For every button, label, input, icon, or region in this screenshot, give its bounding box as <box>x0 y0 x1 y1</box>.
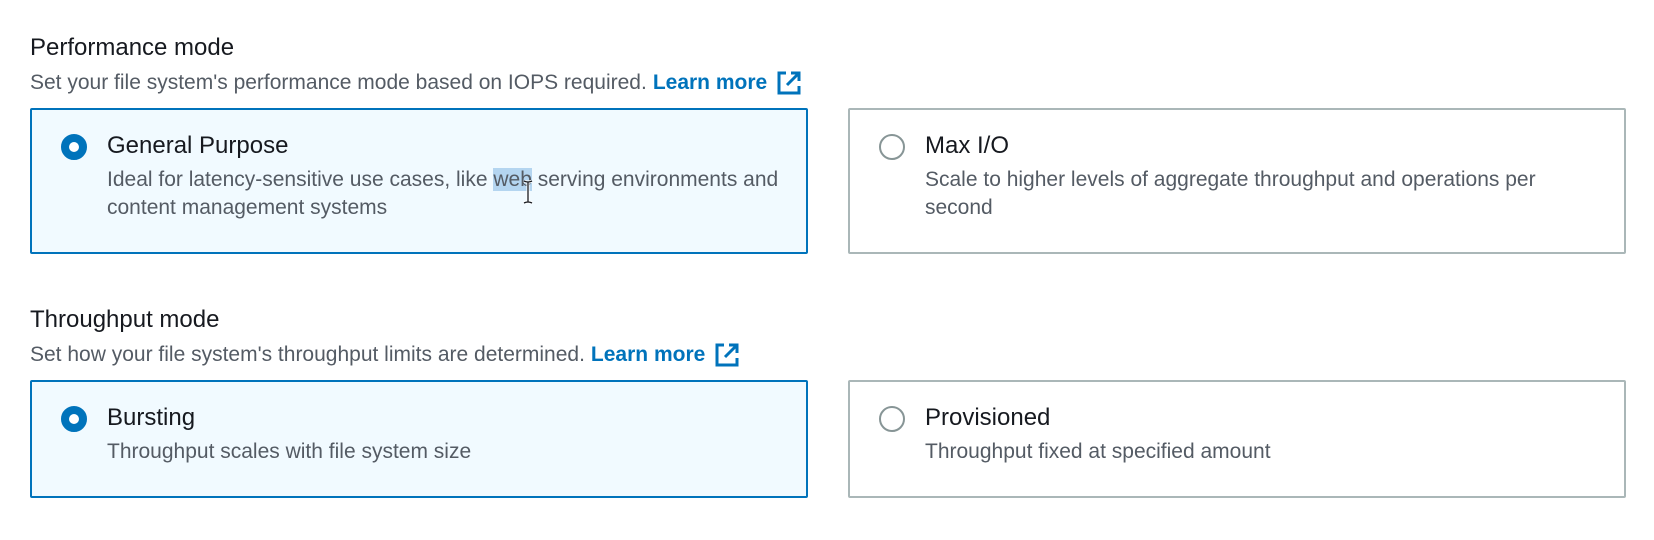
provisioned-title: Provisioned <box>925 404 1051 431</box>
max-io-radio[interactable] <box>879 134 905 160</box>
general-purpose-description: Ideal for latency-sensitive use cases, l… <box>107 166 787 222</box>
bursting-radio[interactable] <box>61 406 87 432</box>
max-io-description: Scale to higher levels of aggregate thro… <box>925 168 1536 219</box>
throughput-mode-description: Set how your file system's throughput li… <box>30 343 585 366</box>
performance-mode-learn-more-link[interactable]: Learn more <box>653 68 803 98</box>
provisioned-option[interactable]: Provisioned Throughput fixed at specifie… <box>848 380 1626 498</box>
throughput-mode-heading: Throughput mode <box>30 306 220 333</box>
learn-more-label: Learn more <box>652 71 768 94</box>
throughput-mode-learn-more-link[interactable]: Learn more <box>591 340 741 370</box>
bursting-option[interactable]: Bursting Throughput scales with file sys… <box>30 380 808 498</box>
external-link-icon <box>777 71 801 95</box>
bursting-description: Throughput scales with file system size <box>107 440 472 463</box>
throughput-mode-description-row: Set how your file system's throughput li… <box>30 340 1626 370</box>
external-link-icon <box>715 343 739 367</box>
performance-mode-section: Performance mode Set your file system's … <box>30 30 1626 254</box>
max-io-option[interactable]: Max I/O Scale to higher levels of aggreg… <box>848 108 1626 254</box>
general-purpose-radio[interactable] <box>61 134 87 160</box>
performance-mode-heading: Performance mode <box>30 34 235 61</box>
learn-more-label: Learn more <box>590 343 706 366</box>
performance-mode-description: Set your file system's performance mode … <box>30 71 647 94</box>
performance-mode-description-row: Set your file system's performance mode … <box>30 68 1626 98</box>
provisioned-radio[interactable] <box>879 406 905 432</box>
throughput-mode-section: Throughput mode Set how your file system… <box>30 302 1626 498</box>
bursting-title: Bursting <box>107 404 196 431</box>
general-purpose-title: General Purpose <box>107 132 289 159</box>
provisioned-description: Throughput fixed at specified amount <box>925 440 1271 463</box>
max-io-title: Max I/O <box>925 132 1010 159</box>
general-purpose-option[interactable]: General Purpose Ideal for latency-sensit… <box>30 108 808 254</box>
description-text: Ideal for latency-sensitive use cases, l… <box>107 168 494 191</box>
text-cursor-icon <box>523 180 533 204</box>
